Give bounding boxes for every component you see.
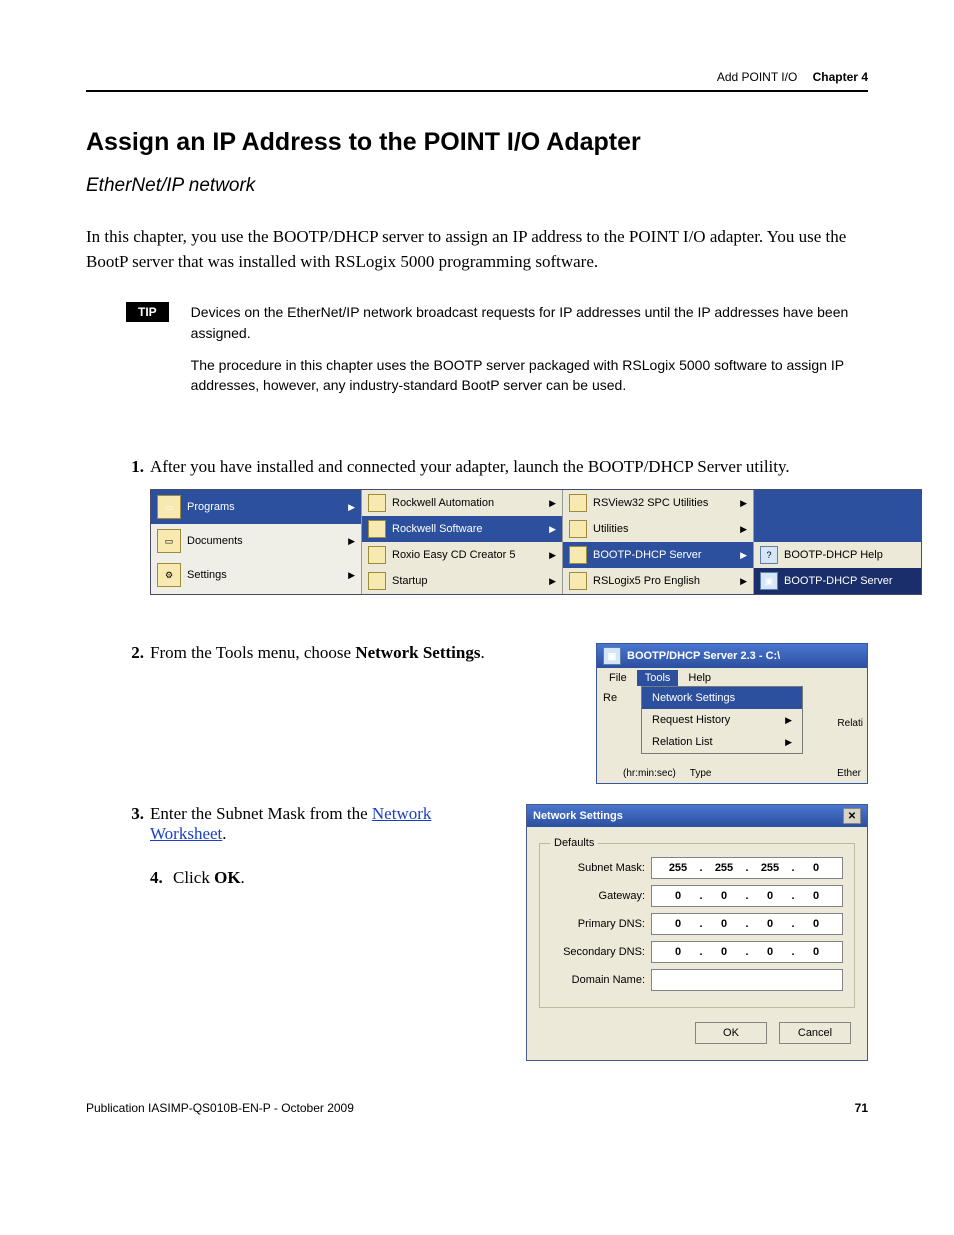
menubar: File Tools Help [597,668,867,688]
publication-id: Publication IASIMP-QS010B-EN-P - October… [86,1101,354,1115]
section-title: Assign an IP Address to the POINT I/O Ad… [86,128,868,157]
pdns-input[interactable]: 0. 0. 0. 0 [651,913,843,935]
gateway-input[interactable]: 0. 0. 0. 0 [651,885,843,907]
startmenu-settings[interactable]: ⚙ Settings▶ [151,558,361,592]
gateway-label: Gateway: [550,890,651,902]
folder-icon [569,572,587,590]
folder-icon [368,546,386,564]
col-hrminsec: (hr:min:sec) [623,768,676,779]
defaults-legend: Defaults [550,837,598,849]
menu-utilities[interactable]: Utilities▶ [563,516,753,542]
startmenu-documents[interactable]: ▭ Documents▶ [151,524,361,558]
tools-menu-screenshot: ▣ BOOTP/DHCP Server 2.3 - C:\ File Tools… [596,643,868,784]
folder-icon [368,494,386,512]
step-3: 3. Enter the Subnet Mask from the Networ… [116,804,868,1061]
tools-network-settings[interactable]: Network Settings [642,687,802,709]
step-1: 1. After you have installed and connecte… [116,457,868,623]
menu-help[interactable]: Help [680,670,719,686]
menu-rsview32[interactable]: RSView32 SPC Utilities▶ [563,490,753,516]
bootp-window-title: ▣ BOOTP/DHCP Server 2.3 - C:\ [597,644,867,668]
menu-file[interactable]: File [601,670,635,686]
step1-text: After you have installed and connected y… [150,457,790,476]
tip-text: Devices on the EtherNet/IP network broad… [191,302,868,407]
section-subtitle: EtherNet/IP network [86,175,868,197]
subnet-input[interactable]: 255. 255. 255. 0 [651,857,843,879]
intro-paragraph: In this chapter, you use the BOOTP/DHCP … [86,225,868,274]
header-chapter: Chapter 4 [813,70,868,84]
menu-rockwell-automation[interactable]: Rockwell Automation▶ [362,490,562,516]
sdns-label: Secondary DNS: [550,946,651,958]
relati-label: Relati [837,718,863,729]
startmenu-screenshot: ▭ Programs▶ ▭ Documents▶ ⚙ Settings▶ [150,489,922,595]
menu-bootp-help[interactable]: ? BOOTP-DHCP Help [754,542,921,568]
close-icon[interactable]: ✕ [843,808,861,824]
pdns-label: Primary DNS: [550,918,651,930]
tip-block: TIP Devices on the EtherNet/IP network b… [126,302,868,407]
dialog-title: Network Settings [533,810,623,822]
folder-open-icon: ▭ [157,529,181,553]
re-label: Re [603,692,617,704]
menu-rockwell-software[interactable]: Rockwell Software▶ [362,516,562,542]
col-ether: Ether [837,768,861,779]
step4-text: Click [173,868,214,887]
step-2: 2. From the Tools menu, choose Network S… [116,643,868,784]
server-icon: ▣ [760,572,778,590]
app-icon: ▣ [603,647,621,665]
menu-bootp-dhcp-server-folder[interactable]: BOOTP-DHCP Server▶ [563,542,753,568]
startmenu-programs[interactable]: ▭ Programs▶ [151,490,361,524]
col-type: Type [690,768,712,779]
folder-icon [368,520,386,538]
menu-roxio[interactable]: Roxio Easy CD Creator 5▶ [362,542,562,568]
gear-icon: ⚙ [157,563,181,587]
menu-startup[interactable]: Startup▶ [362,568,562,594]
domain-label: Domain Name: [550,974,651,986]
menu-bootp-server-app[interactable]: ▣ BOOTP-DHCP Server [754,568,921,594]
folder-icon [569,546,587,564]
sdns-input[interactable]: 0. 0. 0. 0 [651,941,843,963]
header-section: Add POINT I/O [717,70,797,84]
menu-rslogix5[interactable]: RSLogix5 Pro English▶ [563,568,753,594]
tip-p1: Devices on the EtherNet/IP network broad… [191,302,868,343]
folder-icon: ▭ [157,495,181,519]
step2-bold: Network Settings [355,643,480,662]
page-number: 71 [855,1101,868,1115]
subnet-label: Subnet Mask: [550,862,651,874]
menu-tools[interactable]: Tools [637,670,679,686]
page-footer: Publication IASIMP-QS010B-EN-P - October… [86,1101,868,1115]
domain-input[interactable] [651,969,843,991]
spacer [754,516,921,542]
page-header: Add POINT I/O Chapter 4 [86,70,868,92]
folder-icon [569,494,587,512]
folder-icon [569,520,587,538]
help-icon: ? [760,546,778,564]
step3-text: Enter the Subnet Mask from the [150,804,372,823]
tools-dropdown: Network Settings Request History▶ Relati… [641,686,803,754]
tip-badge: TIP [126,302,169,322]
spacer [754,490,921,516]
cancel-button[interactable]: Cancel [779,1022,851,1044]
tools-relation-list[interactable]: Relation List▶ [642,731,802,753]
step4-bold: OK [214,868,240,887]
step2-text: From the Tools menu, choose [150,643,355,662]
defaults-group: Defaults Subnet Mask: 255. 255. 255. 0 [539,837,855,1008]
network-settings-dialog: Network Settings ✕ Defaults Subnet Mask:… [526,804,868,1061]
folder-icon [368,572,386,590]
ok-button[interactable]: OK [695,1022,767,1044]
tools-request-history[interactable]: Request History▶ [642,709,802,731]
tip-p2: The procedure in this chapter uses the B… [191,355,868,396]
